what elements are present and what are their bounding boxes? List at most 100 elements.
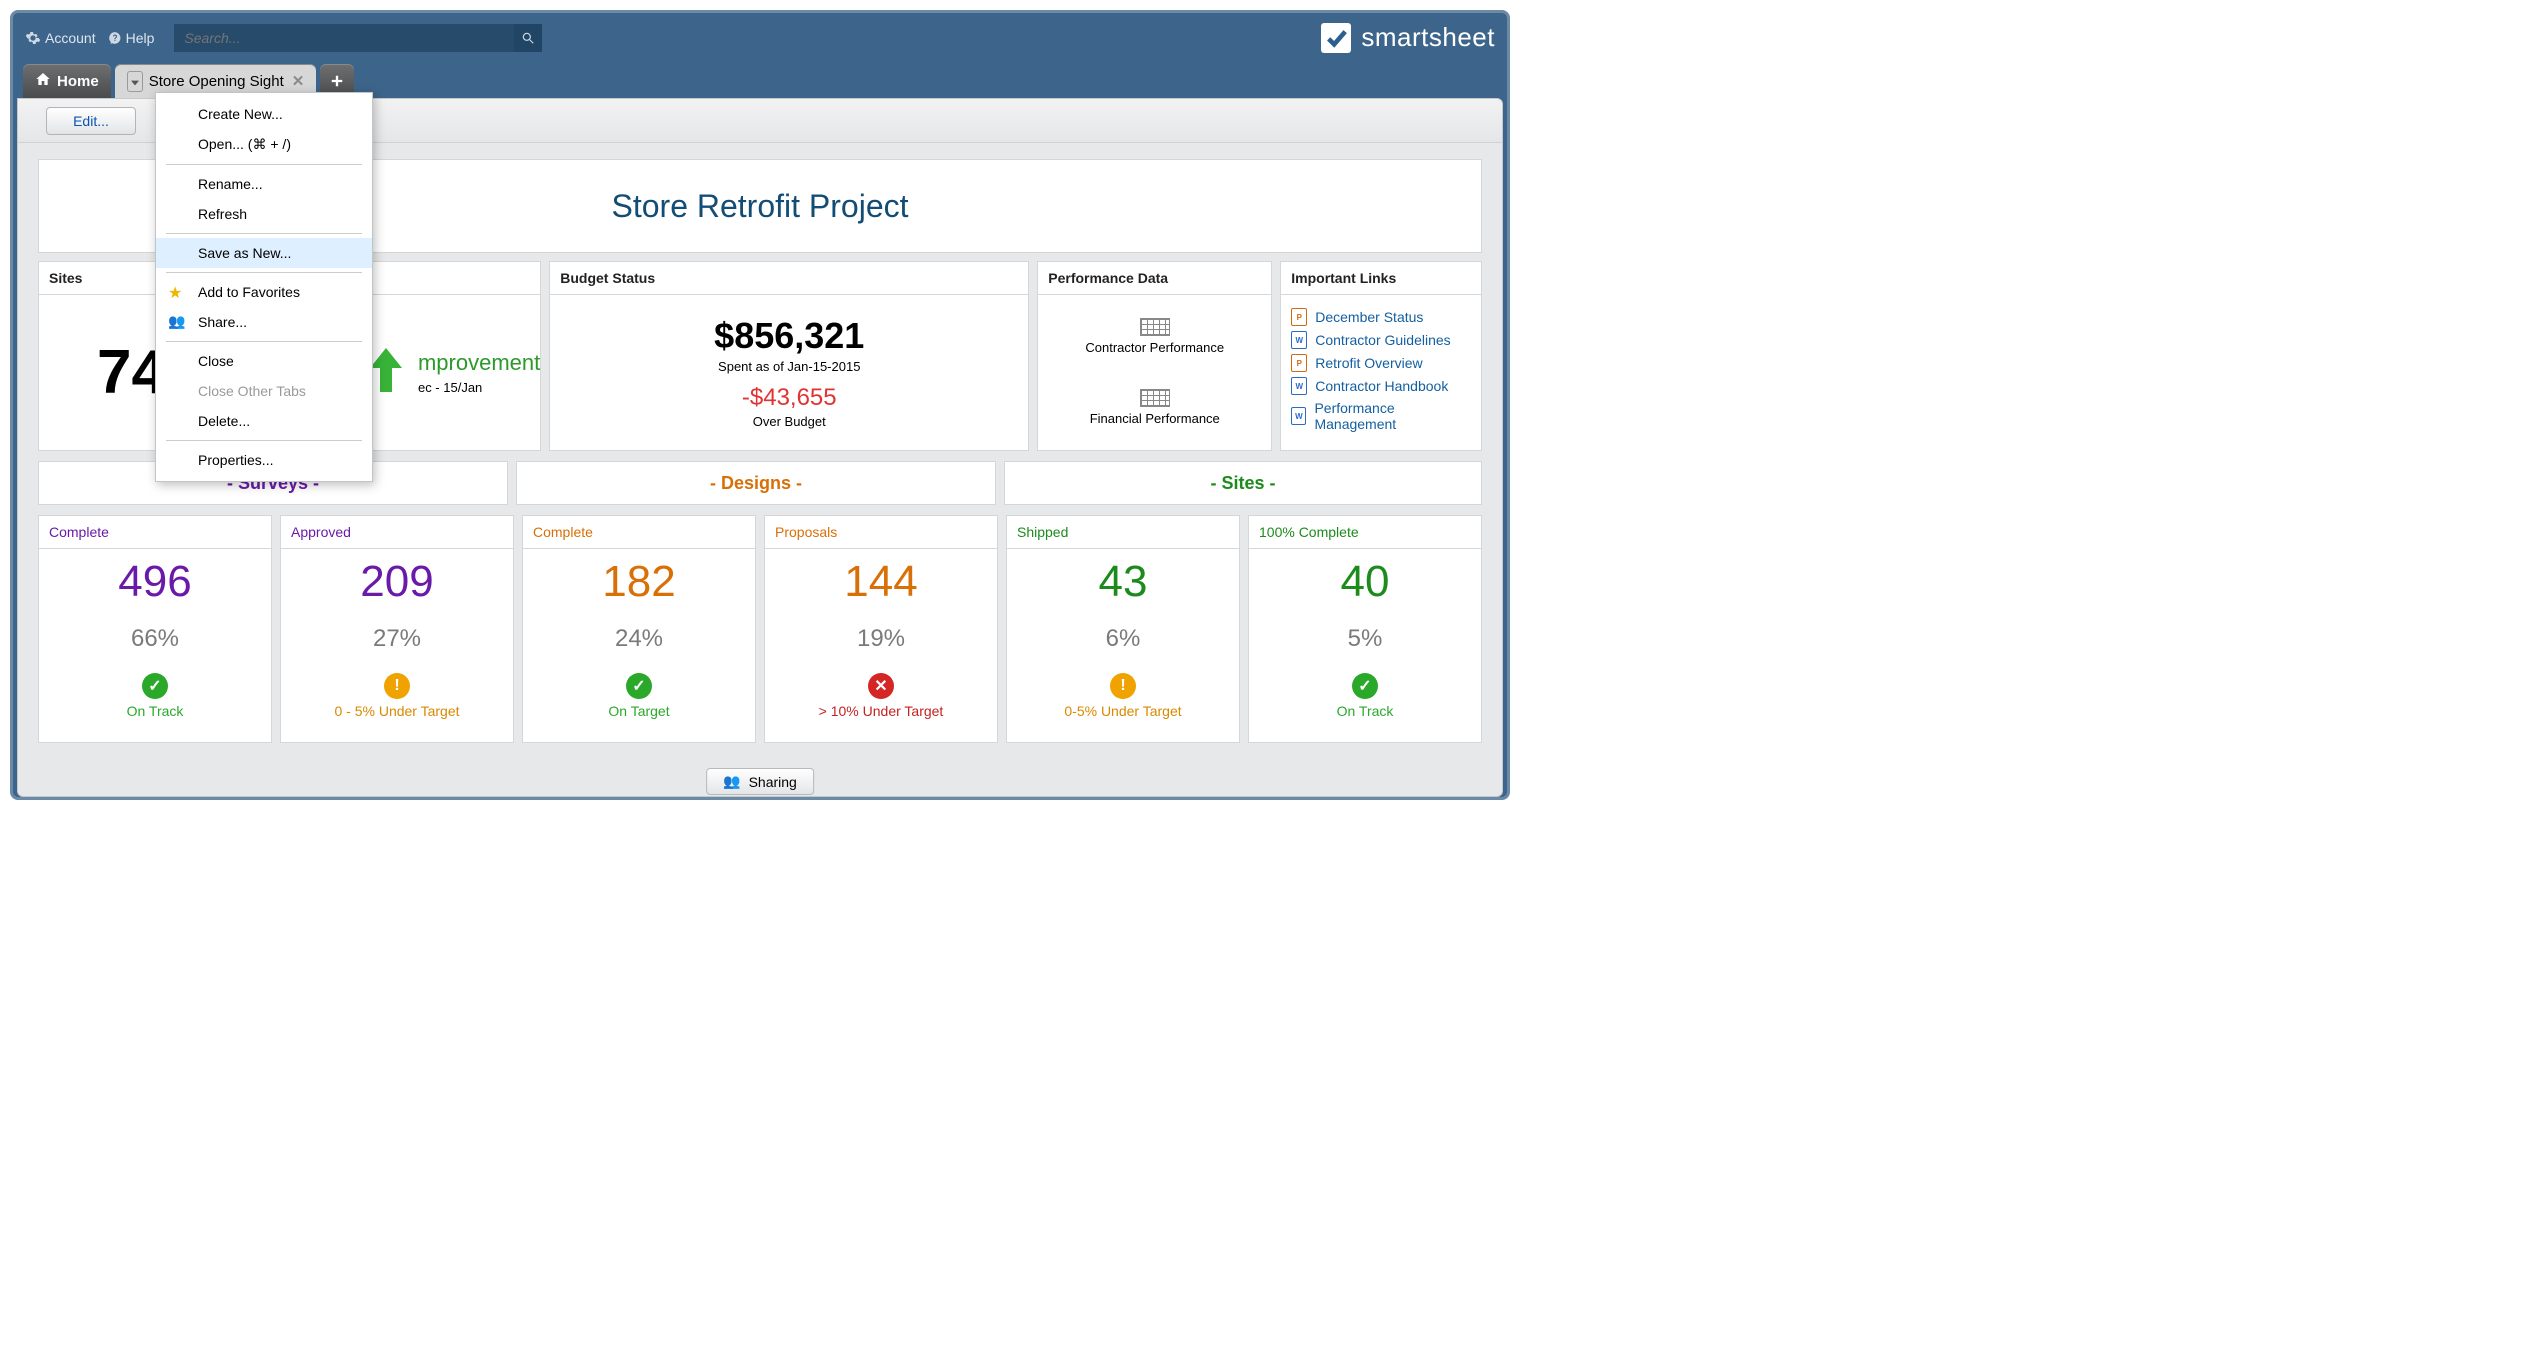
edit-button[interactable]: Edit... (46, 107, 136, 135)
link-label: Contractor Guidelines (1315, 332, 1450, 348)
sharing-button[interactable]: 👥 Sharing (706, 768, 814, 795)
metric-status-label: On Target (608, 703, 669, 719)
question-icon (108, 31, 122, 45)
sites-improve-label: mprovement (418, 350, 540, 376)
menu-refresh[interactable]: Refresh (156, 199, 372, 229)
menu-save-as-new[interactable]: Save as New... (156, 238, 372, 268)
word-file-icon: W (1291, 407, 1306, 425)
sites-period: ec - 15/Jan (418, 380, 540, 395)
link-item-2[interactable]: P Retrofit Overview (1291, 354, 1471, 372)
metric-status-label: On Track (127, 703, 184, 719)
menu-add-favorites[interactable]: ★ Add to Favorites (156, 277, 372, 307)
link-label: Performance Management (1314, 400, 1471, 432)
section-designs: - Designs - (516, 461, 996, 505)
section-sites: - Sites - (1004, 461, 1482, 505)
menu-share-label: Share... (198, 314, 247, 330)
metric-value: 40 (1341, 557, 1390, 607)
status-warn-icon: ! (1110, 673, 1136, 699)
brand-checkmark-icon (1321, 23, 1351, 53)
metric-value: 496 (118, 557, 191, 607)
link-item-3[interactable]: W Contractor Handbook (1291, 377, 1471, 395)
status-ok-icon: ✓ (626, 673, 652, 699)
menu-open[interactable]: Open... (⌘ + /) (156, 129, 372, 160)
search-input[interactable] (174, 24, 514, 52)
search-icon (521, 31, 535, 45)
menu-properties[interactable]: Properties... (156, 445, 372, 475)
word-file-icon: W (1291, 377, 1307, 395)
link-item-1[interactable]: W Contractor Guidelines (1291, 331, 1471, 349)
metric-status-label: 0-5% Under Target (1064, 703, 1181, 719)
plus-icon (330, 74, 344, 88)
perf-item-contractor[interactable]: Contractor Performance (1085, 318, 1224, 355)
menu-create-new[interactable]: Create New... (156, 99, 372, 129)
link-item-0[interactable]: PDecember Status (1291, 308, 1471, 326)
status-ok-icon: ✓ (142, 673, 168, 699)
metric-header: Complete (39, 516, 271, 549)
sharing-label: Sharing (749, 774, 797, 790)
budget-asof: Spent as of Jan-15-2015 (718, 359, 860, 374)
metric-pct: 5% (1348, 625, 1383, 653)
card-budget-header: Budget Status (550, 262, 1028, 295)
budget-delta: -$43,655 (742, 384, 837, 412)
tab-home[interactable]: Home (23, 64, 111, 98)
powerpoint-file-icon: P (1291, 354, 1307, 372)
card-budget: Budget Status $856,321 Spent as of Jan-1… (549, 261, 1029, 451)
menu-delete[interactable]: Delete... (156, 406, 372, 436)
link-label: Retrofit Overview (1315, 355, 1422, 371)
metric-pct: 66% (131, 625, 179, 653)
menu-fav-label: Add to Favorites (198, 284, 300, 300)
menu-close[interactable]: Close (156, 346, 372, 376)
card-links-header: Important Links (1281, 262, 1481, 295)
help-link[interactable]: Help (108, 30, 155, 46)
menu-share[interactable]: 👥 Share... (156, 307, 372, 337)
metric-card-4: Shipped 43 6%! 0-5% Under Target (1006, 515, 1240, 743)
status-ok-icon: ✓ (1352, 673, 1378, 699)
word-file-icon: W (1291, 331, 1307, 349)
gear-icon (25, 30, 41, 46)
metric-header: Shipped (1007, 516, 1239, 549)
search-button[interactable] (514, 24, 542, 52)
people-icon: 👥 (168, 313, 185, 330)
home-icon (35, 71, 51, 91)
help-label: Help (126, 30, 155, 46)
dashboard-title: Store Retrofit Project (612, 188, 909, 225)
link-label: Contractor Handbook (1315, 378, 1448, 394)
metric-pct: 6% (1106, 625, 1141, 653)
link-label: December Status (1315, 309, 1423, 325)
account-label: Account (45, 30, 96, 46)
perf-financial-label: Financial Performance (1090, 411, 1220, 426)
metric-header: Proposals (765, 516, 997, 549)
status-warn-icon: ! (384, 673, 410, 699)
brand-logo: smartsheet (1321, 22, 1495, 53)
dropdown-icon[interactable] (127, 71, 143, 92)
metric-value: 209 (360, 557, 433, 607)
metric-pct: 19% (857, 625, 905, 653)
perf-contractor-label: Contractor Performance (1085, 340, 1224, 355)
people-icon: 👥 (723, 773, 740, 790)
close-icon[interactable]: ✕ (292, 72, 305, 90)
tab-current-label: Store Opening Sight (149, 73, 284, 90)
menu-rename[interactable]: Rename... (156, 169, 372, 199)
link-item-4[interactable]: W Performance Management (1291, 400, 1471, 432)
budget-amount: $856,321 (714, 315, 864, 357)
sheet-icon (1140, 389, 1170, 407)
perf-item-financial[interactable]: Financial Performance (1090, 389, 1220, 426)
sheet-icon (1140, 318, 1170, 336)
metric-card-2: Complete18224%✓On Target (522, 515, 756, 743)
metric-value: 43 (1099, 557, 1148, 607)
metric-header: Complete (523, 516, 755, 549)
metric-card-0: Complete 496 66% ✓ On Track (38, 515, 272, 743)
card-performance: Performance Data Contractor Performance … (1037, 261, 1272, 451)
star-icon: ★ (168, 283, 182, 303)
metric-card-1: Approved20927%!0 - 5% Under Target (280, 515, 514, 743)
metric-status-label: > 10% Under Target (819, 703, 944, 719)
card-performance-header: Performance Data (1038, 262, 1271, 295)
account-link[interactable]: Account (25, 30, 96, 46)
metric-value: 144 (844, 557, 917, 607)
card-links: Important Links PDecember StatusWContrac… (1280, 261, 1482, 451)
status-err-icon: ✕ (868, 673, 894, 699)
tab-home-label: Home (57, 73, 99, 90)
metric-status-label: 0 - 5% Under Target (334, 703, 459, 719)
metric-card-5: 100% Complete405%✓On Track (1248, 515, 1482, 743)
tab-context-menu: Create New... Open... (⌘ + /) Rename... … (155, 92, 373, 482)
